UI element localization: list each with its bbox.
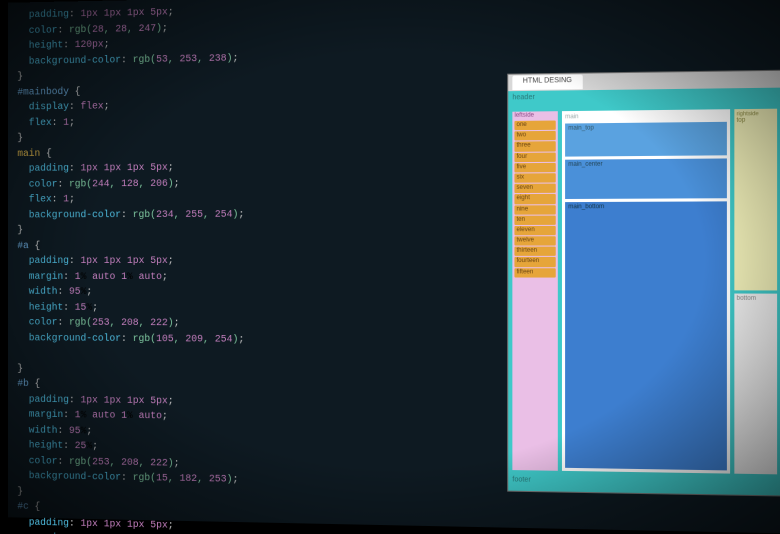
nav-box-item[interactable]: six	[514, 173, 555, 183]
nav-box-item[interactable]: eleven	[514, 226, 555, 236]
browser-preview-window: HTML DESING header leftside onetwothreef…	[508, 71, 780, 496]
preview-leftside: leftside onetwothreefourfivesixseveneigh…	[512, 111, 557, 471]
nav-box-item[interactable]: thirteen	[514, 247, 555, 257]
nav-box-item[interactable]: five	[514, 163, 555, 173]
nav-box-item[interactable]: one	[514, 121, 555, 131]
preview-box-b: main_center	[565, 158, 727, 199]
nav-box-item[interactable]: ten	[514, 215, 555, 225]
main-label: main	[565, 112, 727, 120]
nav-box-item[interactable]: three	[514, 142, 555, 152]
nav-box-item[interactable]: two	[514, 131, 555, 141]
preview-main: main main_top main_center main_bottom	[562, 109, 730, 473]
nav-box-item[interactable]: four	[514, 152, 555, 162]
browser-tab[interactable]: HTML DESING	[512, 75, 582, 90]
rightside-bottom: bottom	[734, 293, 777, 474]
nav-box-item[interactable]: fourteen	[514, 257, 555, 266]
nav-box-item[interactable]: nine	[514, 205, 555, 215]
preview-box-a: main_top	[565, 122, 727, 157]
rightside-top: rightside top	[734, 109, 777, 290]
nav-box-item[interactable]: fifteen	[514, 268, 555, 278]
preview-mainbody: leftside onetwothreefourfivesixseveneigh…	[508, 104, 780, 478]
preview-rightside: rightside top bottom	[734, 109, 777, 475]
nav-box-item[interactable]: eight	[514, 194, 555, 204]
css-editor-pane[interactable]: padding: 1px 1px 1px 5px; color: rgb(28,…	[8, 0, 270, 523]
preview-box-c: main_bottom	[565, 201, 727, 470]
rightside-top-label: top	[736, 117, 774, 124]
nav-box-item[interactable]: seven	[514, 184, 555, 194]
nav-box-item[interactable]: twelve	[514, 236, 555, 246]
editor-screen: padding: 1px 1px 1px 5px; color: rgb(28,…	[8, 0, 780, 534]
